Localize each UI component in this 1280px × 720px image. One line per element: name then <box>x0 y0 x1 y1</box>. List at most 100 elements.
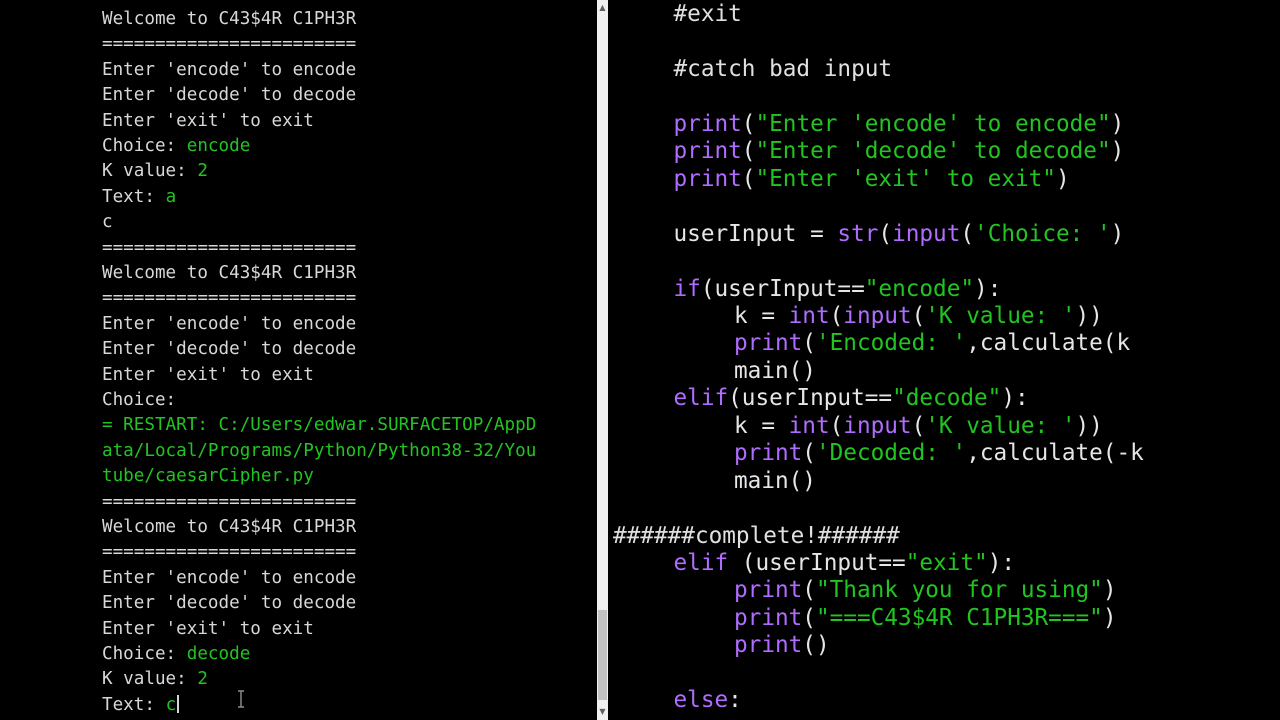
code-line: main() <box>734 358 816 385</box>
code-token: (userInput== <box>728 550 906 576</box>
code-line: ######complete!###### <box>613 523 900 550</box>
code-token: 'K value: ' <box>925 302 1076 329</box>
code-token: (userInput== <box>728 385 893 412</box>
code-token: 'Decoded: ' <box>815 440 967 467</box>
shell-line-text: Enter 'encode' to encode <box>102 567 357 588</box>
python-shell-output[interactable]: Welcome to C43$4R C1PH3R ================… <box>100 0 597 720</box>
code-token: k = <box>734 302 789 329</box>
shell-line: Enter 'encode' to encode <box>102 58 356 83</box>
shell-line: Enter 'exit' to exit <box>102 109 314 134</box>
code-token: print <box>673 165 742 192</box>
shell-line: ======================== <box>102 236 356 261</box>
shell-line-text: Text: <box>102 694 166 715</box>
shell-line: Choice: <box>102 388 187 413</box>
code-token: print <box>734 632 803 659</box>
code-token: "Thank you for using" <box>815 577 1103 604</box>
shell-line-text: ======================== <box>102 34 357 55</box>
code-line: print("Enter 'encode' to encode") <box>674 111 1125 138</box>
code-token: #exit <box>673 1 742 27</box>
shell-line-text: ata/Local/Programs/Python/Python38-32/Yo… <box>102 440 537 461</box>
code-line: k = int(input('K value: ')) <box>734 303 1103 330</box>
code-token: input <box>843 412 912 439</box>
code-token: int <box>788 302 830 329</box>
shell-line-text: Choice: <box>102 390 187 410</box>
shell-restart-line: tube/caesarCipher.py <box>102 464 314 489</box>
text-cursor-icon <box>238 690 244 708</box>
shell-line: Text: c <box>102 693 180 718</box>
code-line: #catch bad input <box>674 56 893 83</box>
code-token: elif <box>673 385 729 412</box>
code-token: main() <box>734 467 816 494</box>
code-token: ######complete!###### <box>613 522 900 549</box>
code-token: ( <box>802 577 816 604</box>
shell-line: Enter 'encode' to encode <box>102 312 356 337</box>
shell-line-text: tube/caesarCipher.py <box>102 466 314 487</box>
scroll-up-arrow-icon[interactable]: ▲ <box>597 0 608 16</box>
code-token: ,calculate(-k <box>966 440 1144 467</box>
user-input-text: a <box>165 186 177 207</box>
code-token: ,calculate(k <box>966 330 1131 357</box>
scroll-thumb[interactable] <box>598 610 607 700</box>
shell-scrollbar[interactable]: ▲ ▼ <box>597 0 608 720</box>
shell-line-text: ======================== <box>102 542 357 563</box>
code-token: ) <box>1102 604 1117 631</box>
code-line: print() <box>734 632 830 659</box>
code-token: print <box>734 440 803 467</box>
shell-restart-line: ata/Local/Programs/Python/Python38-32/Yo… <box>102 439 536 464</box>
scroll-down-arrow-icon[interactable]: ▼ <box>597 704 608 720</box>
code-line: k = int(input('K value: ')) <box>734 413 1103 440</box>
user-input-text: 2 <box>197 161 208 182</box>
code-line: elif(userInput=="decode"): <box>674 385 1029 412</box>
shell-line: ======================== <box>102 490 356 515</box>
shell-line: Enter 'decode' to decode <box>102 337 356 362</box>
code-line: print('Decoded: ',calculate(-k <box>734 440 1144 467</box>
code-token: "Enter 'decode' to decode" <box>755 138 1111 165</box>
code-line: print("Thank you for using") <box>734 577 1116 604</box>
shell-line-text: Enter 'exit' to exit <box>102 364 314 385</box>
shell-line: K value: 2 <box>102 159 208 184</box>
shell-line-text: Enter 'decode' to decode <box>102 85 357 106</box>
code-token: int <box>788 412 830 439</box>
shell-line-text: Choice: <box>102 644 187 664</box>
code-token: "Enter 'encode' to encode" <box>755 110 1111 137</box>
shell-line: ======================== <box>102 540 356 565</box>
code-token: ) <box>1110 220 1125 247</box>
code-token: "decode" <box>892 385 1002 412</box>
code-line: main() <box>734 468 816 495</box>
code-line: elif (userInput=="exit"): <box>674 550 1016 577</box>
user-input-text: encode <box>186 136 251 156</box>
code-line: print("Enter 'exit' to exit") <box>674 166 1070 193</box>
shell-line: c <box>102 210 113 235</box>
code-line: print("===C43$4R C1PH3R===") <box>734 605 1116 632</box>
shell-line-text: ======================== <box>102 491 357 512</box>
code-token: ( <box>829 302 844 329</box>
shell-line-text: K value: <box>102 669 198 690</box>
code-token: ) <box>1110 110 1125 137</box>
shell-line: K value: 2 <box>102 667 208 692</box>
shell-line-text: K value: <box>102 161 198 182</box>
shell-line: Choice: encode <box>102 134 250 159</box>
code-token: ( <box>960 220 975 247</box>
code-token: print <box>734 330 803 357</box>
shell-line: Enter 'encode' to encode <box>102 566 356 591</box>
code-token: #catch bad input <box>673 55 893 82</box>
shell-line: Welcome to C43$4R C1PH3R <box>102 7 356 32</box>
code-token: ( <box>829 412 844 439</box>
shell-line-text: Enter 'exit' to exit <box>102 618 314 639</box>
code-token: ) <box>1102 577 1117 604</box>
code-token: "exit" <box>905 550 988 576</box>
shell-line-text: Choice: <box>102 136 187 156</box>
code-token: ( <box>741 165 756 192</box>
shell-line-text: Welcome to C43$4R C1PH3R <box>102 517 357 537</box>
code-line: if(userInput=="encode"): <box>674 276 1002 303</box>
shell-line-text: c <box>102 212 113 233</box>
shell-line: Enter 'exit' to exit <box>102 617 314 642</box>
user-input-text: 2 <box>197 669 208 690</box>
code-token: ( <box>741 110 756 137</box>
code-line: print('Encoded: ',calculate(k <box>734 330 1130 357</box>
code-token: str <box>837 220 879 247</box>
code-token: : <box>728 687 742 714</box>
code-editor[interactable]: #exit #catch bad input print("Enter 'encod… <box>608 0 1180 720</box>
code-line: userInput = str(input('Choice: ') <box>674 221 1125 248</box>
code-token: else <box>673 687 729 714</box>
